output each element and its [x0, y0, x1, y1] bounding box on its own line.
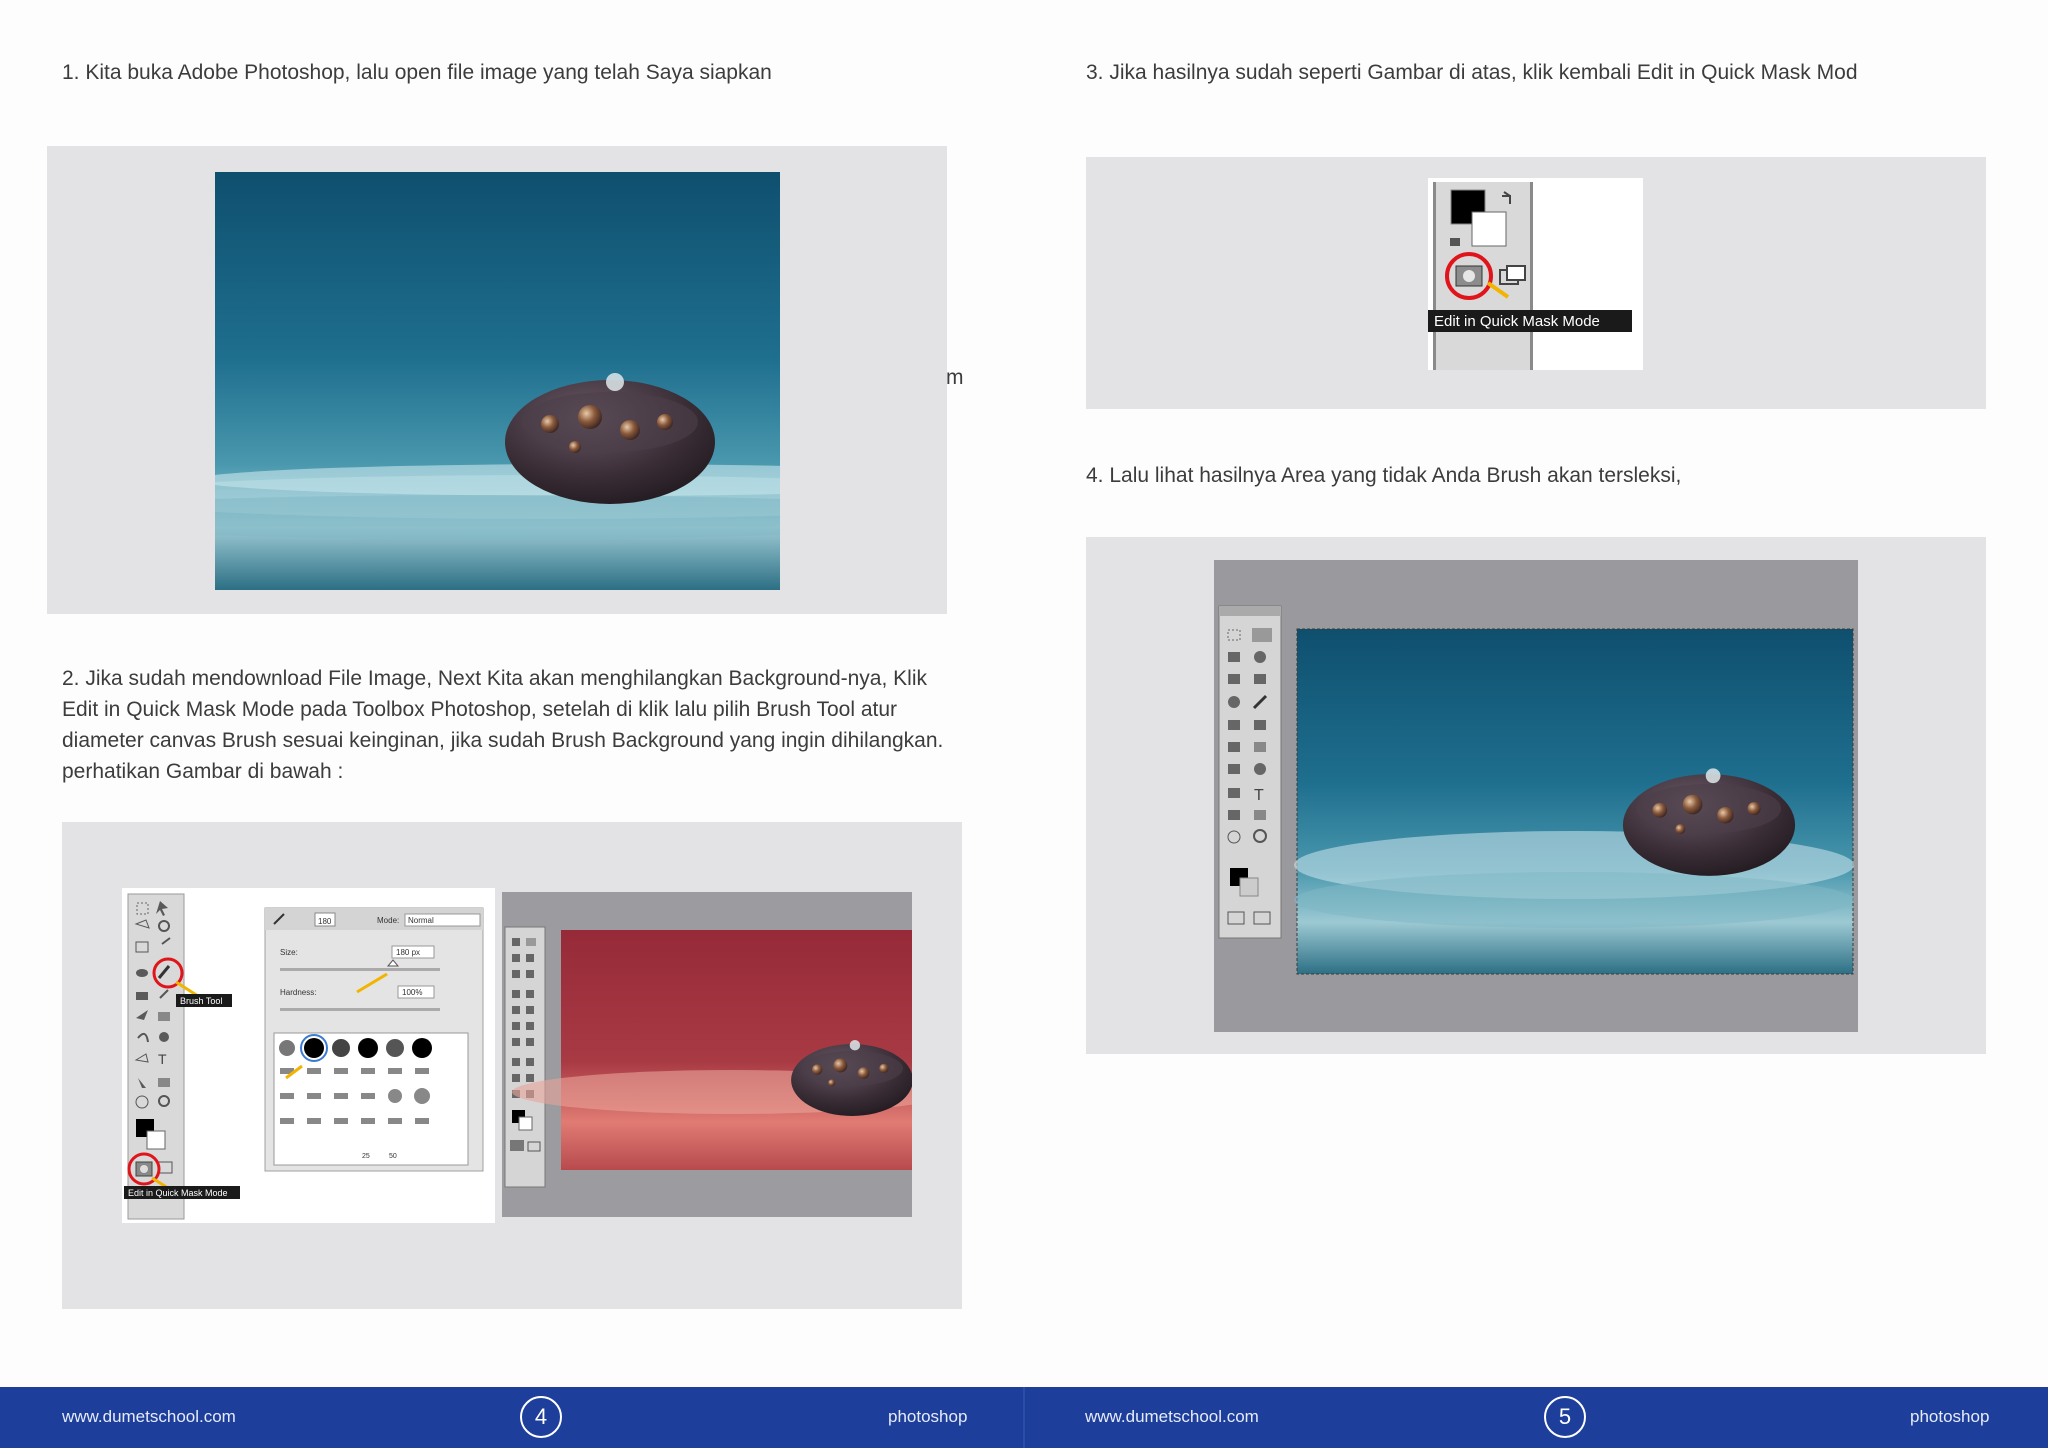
size-label: Size:: [280, 948, 298, 957]
preset-25: 25: [362, 1153, 370, 1160]
step-1-text: 1. Kita buka Adobe Photoshop, lalu open …: [62, 61, 772, 84]
coffee-bean-photo: [215, 172, 780, 590]
footer-tag-left: photoshop: [888, 1407, 968, 1426]
footer-bar: www.dumetschool.com 5 photoshop: [0, 1387, 2048, 1448]
size-value: 180 px: [396, 948, 420, 957]
hardness-label: Hardness:: [280, 988, 316, 997]
selection-result: T: [1214, 560, 1858, 1032]
stray-character: m: [946, 366, 964, 389]
svg-text:T: T: [158, 1051, 167, 1067]
footer-tag-right: photoshop: [1910, 1407, 1990, 1426]
svg-text:T: T: [1254, 787, 1264, 804]
footer-site-right[interactable]: www.dumetschool.com: [1085, 1407, 1259, 1427]
step-2-text: 2. Jika sudah mendownload File Image, Ne…: [62, 667, 944, 783]
brush-size-top: 180: [318, 917, 332, 926]
quick-mask-preview: [502, 892, 952, 1217]
step-4-text: 4. Lalu lihat hasilnya Area yang tidak A…: [1086, 464, 1682, 487]
brush-tool-tooltip: Brush Tool: [180, 996, 222, 1006]
page-4: 1. Kita buka Adobe Photoshop, lalu open …: [0, 0, 1024, 1448]
quick-mask-closeup: Edit in Quick Mask Mode: [1428, 178, 1643, 370]
hardness-value: 100%: [402, 988, 422, 997]
page-number-5: 5: [1544, 1396, 1586, 1438]
footer-site-left[interactable]: www.dumetschool.com: [62, 1407, 236, 1427]
mode-label: Mode:: [377, 916, 399, 925]
quick-mask-tooltip-left: Edit in Quick Mask Mode: [128, 1188, 228, 1198]
step-3-text: 3. Jika hasilnya sudah seperti Gambar di…: [1086, 61, 1858, 84]
preset-50: 50: [389, 1153, 397, 1160]
mode-value: Normal: [408, 916, 434, 925]
page-5: 3. Jika hasilnya sudah seperti Gambar di…: [1024, 0, 2048, 1448]
page-number-4: 4: [520, 1396, 562, 1438]
quick-mask-tooltip-right: Edit in Quick Mask Mode: [1434, 313, 1600, 330]
footer-divider: [1023, 1387, 1025, 1448]
toolbox-screenshot: T Brush Tool Edit in Quick Mask Mode 180…: [122, 888, 495, 1223]
